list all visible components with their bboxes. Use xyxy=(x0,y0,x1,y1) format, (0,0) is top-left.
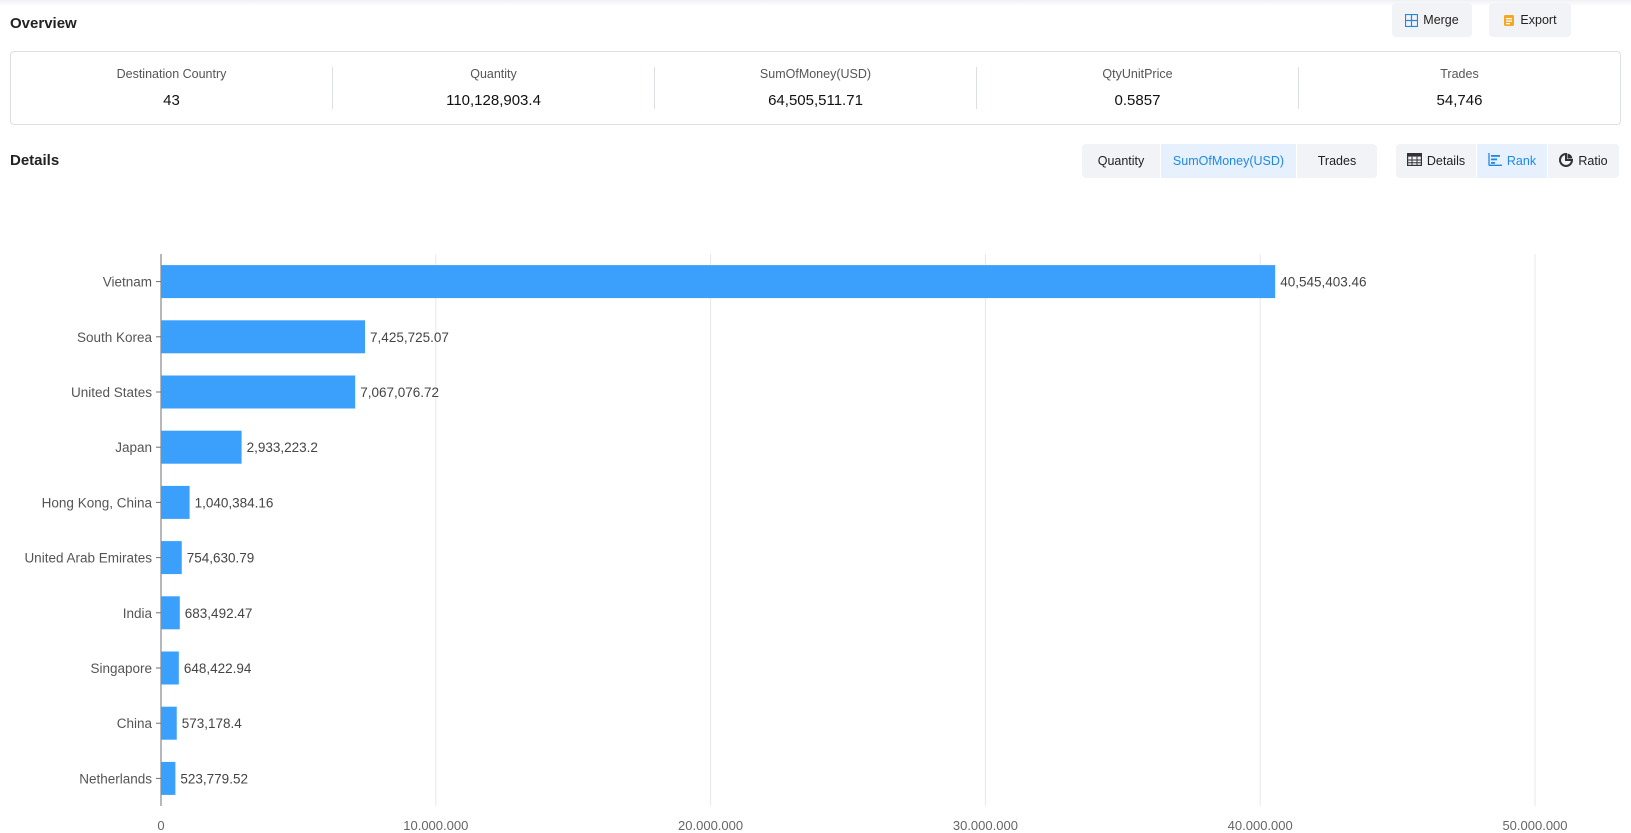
tab-sum-of-money[interactable]: SumOfMoney(USD) xyxy=(1161,144,1297,178)
stat-quantity: Quantity 110,128,903.4 xyxy=(333,67,655,109)
data-label: 7,425,725.07 xyxy=(370,330,449,345)
stat-value: 64,505,511.71 xyxy=(768,92,863,109)
y-tick-label: United States xyxy=(71,385,152,400)
stat-label: SumOfMoney(USD) xyxy=(759,67,872,81)
export-icon xyxy=(1503,14,1515,27)
merge-label: Merge xyxy=(1423,13,1459,27)
export-button[interactable]: Export xyxy=(1489,3,1571,37)
stat-label: QtyUnitPrice xyxy=(1102,67,1173,81)
x-tick-label: 30,000,000 xyxy=(953,818,1018,830)
bar xyxy=(161,596,180,630)
table-icon xyxy=(1406,153,1422,169)
bar-rank-icon xyxy=(1488,153,1502,169)
y-tick-label: Japan xyxy=(115,440,152,455)
data-label: 754,630.79 xyxy=(187,551,255,566)
pie-chart-icon xyxy=(1559,152,1574,170)
y-tick-label: Netherlands xyxy=(79,771,152,786)
bar xyxy=(161,485,190,519)
data-label: 1,040,384.16 xyxy=(195,495,274,510)
stat-destination-country: Destination Country 43 xyxy=(11,67,333,109)
tab-details[interactable]: Details xyxy=(1396,144,1477,178)
data-label: 573,178.4 xyxy=(182,716,243,731)
stat-label: Trades xyxy=(1440,67,1479,81)
data-label: 40,545,403.46 xyxy=(1280,275,1366,290)
stat-value: 110,128,903.4 xyxy=(446,92,541,109)
stat-label: Destination Country xyxy=(116,67,227,81)
bar xyxy=(161,265,1276,299)
x-tick-label: 40,000,000 xyxy=(1228,818,1293,830)
y-tick-label: Vietnam xyxy=(103,275,152,290)
y-tick-label: Singapore xyxy=(90,661,152,676)
y-tick-label: China xyxy=(117,716,153,731)
bar xyxy=(161,706,177,740)
stat-value: 54,746 xyxy=(1436,92,1483,109)
stat-sum-of-money: SumOfMoney(USD) 64,505,511.71 xyxy=(655,67,977,109)
y-tick-label: United Arab Emirates xyxy=(24,551,152,566)
data-label: 2,933,223.2 xyxy=(247,440,318,455)
bar xyxy=(161,430,242,464)
bar xyxy=(161,651,179,685)
y-tick-label: South Korea xyxy=(77,330,153,345)
tab-ratio[interactable]: Ratio xyxy=(1548,144,1619,178)
bar xyxy=(161,375,356,409)
metric-tabs: Quantity SumOfMoney(USD) Trades xyxy=(1082,144,1377,178)
tab-quantity[interactable]: Quantity xyxy=(1082,144,1161,178)
x-tick-label: 0 xyxy=(157,818,164,830)
bar xyxy=(161,761,176,795)
merge-icon xyxy=(1405,13,1419,27)
tab-ratio-label: Ratio xyxy=(1578,154,1608,168)
overview-title: Overview xyxy=(10,15,77,32)
tab-rank[interactable]: Rank xyxy=(1477,144,1548,178)
tab-trades[interactable]: Trades xyxy=(1297,144,1377,178)
overview-stats-card: Destination Country 43 Quantity 110,128,… xyxy=(10,51,1621,125)
y-tick-label: Hong Kong, China xyxy=(42,495,153,510)
view-tabs: Details Rank Ratio xyxy=(1396,144,1619,178)
y-tick-label: India xyxy=(123,606,153,621)
top-shadow xyxy=(0,0,1631,6)
bar xyxy=(161,320,366,354)
data-label: 523,779.52 xyxy=(180,771,248,786)
data-label: 648,422.94 xyxy=(184,661,252,676)
bar xyxy=(161,541,182,575)
x-tick-label: 10,000,000 xyxy=(403,818,468,830)
stat-value: 0.5857 xyxy=(1114,92,1161,109)
stat-qty-unit-price: QtyUnitPrice 0.5857 xyxy=(977,67,1299,109)
details-title: Details xyxy=(10,152,60,169)
export-label: Export xyxy=(1520,13,1557,27)
x-tick-label: 50,000,000 xyxy=(1502,818,1567,830)
data-label: 683,492.47 xyxy=(185,606,253,621)
merge-button[interactable]: Merge xyxy=(1392,3,1472,37)
stat-label: Quantity xyxy=(470,67,517,81)
tab-rank-label: Rank xyxy=(1506,154,1537,168)
tab-details-label: Details xyxy=(1426,154,1466,168)
rank-bar-chart: 0 10,000,000 20,000,000 30,000,000 40,000,00… xyxy=(24,254,1568,830)
data-label: 7,067,076.72 xyxy=(360,385,439,400)
stat-value: 43 xyxy=(163,92,180,109)
stat-trades: Trades 54,746 xyxy=(1299,67,1620,109)
x-tick-label: 20,000,000 xyxy=(678,818,743,830)
